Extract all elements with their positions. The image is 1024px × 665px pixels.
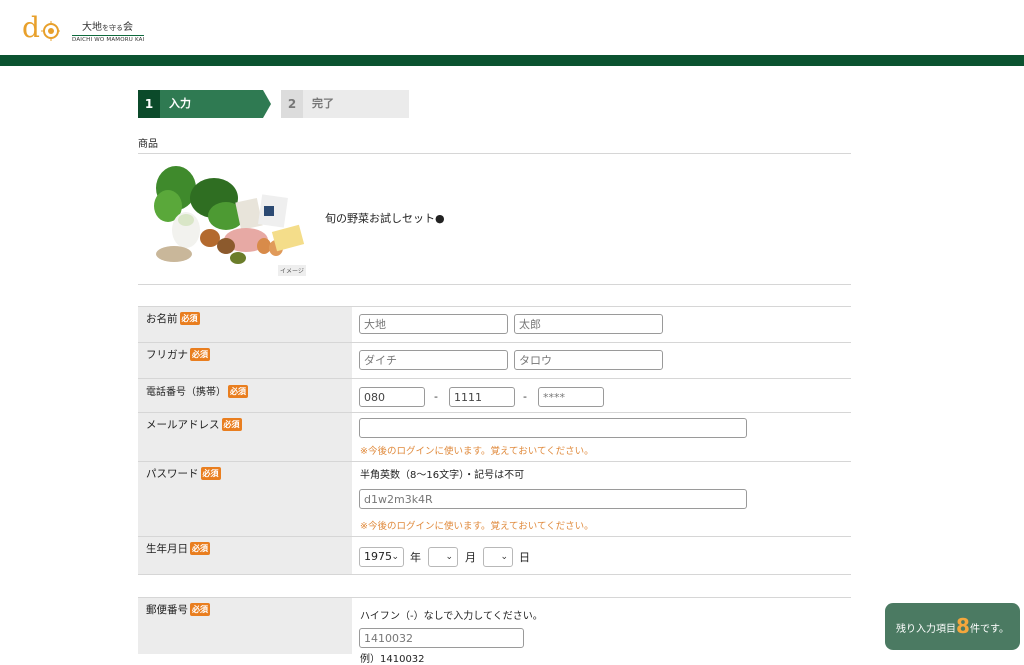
step-input-active: 1 入力 <box>138 90 271 118</box>
divider <box>138 153 851 154</box>
vegetable-set-image <box>154 166 305 264</box>
day-unit: 日 <box>519 551 530 564</box>
header-accent-bar <box>0 55 1024 66</box>
first-name-kana-input[interactable] <box>514 350 663 370</box>
required-badge: 必須 <box>200 467 221 480</box>
chevron-down-icon: ⌄ <box>500 552 508 562</box>
step-label: 入力 <box>169 97 191 110</box>
postal-label-cell: 郵便番号 必須 <box>138 598 352 654</box>
postal-example: 例）1410032 <box>360 654 425 665</box>
first-name-input[interactable] <box>514 314 663 334</box>
password-note: ※今後のログインに使います。覚えておいてください。 <box>360 521 594 532</box>
birthday-label-cell: 生年月日 必須 <box>138 537 352 574</box>
step-number: 1 <box>138 90 160 118</box>
step-number: 2 <box>281 90 303 118</box>
phone-part3-input[interactable] <box>538 387 604 407</box>
logo-subtitle: DAICHI WO MAMORU KAI <box>72 37 145 43</box>
chevron-down-icon: ⌄ <box>391 552 399 562</box>
email-note: ※今後のログインに使います。覚えておいてください。 <box>360 446 594 457</box>
phone-separator: - <box>434 390 438 403</box>
product-section-title: 商品 <box>138 139 158 150</box>
step-complete: 2 完了 <box>281 90 409 118</box>
birth-month-select[interactable]: ⌄ <box>428 547 458 567</box>
kana-label: フリガナ <box>146 349 188 361</box>
required-badge: 必須 <box>228 385 248 398</box>
required-badge: 必須 <box>221 418 242 431</box>
remaining-fields-badge[interactable]: 残り入力項目8件です。 <box>885 603 1020 650</box>
postal-hint: ハイフン（-）なしで入力してください。 <box>360 611 543 622</box>
name-label-cell: お名前 必須 <box>138 307 352 342</box>
required-badge: 必須 <box>179 312 200 325</box>
email-input[interactable] <box>359 418 747 438</box>
password-label-cell: パスワード 必須 <box>138 462 352 536</box>
step-label: 完了 <box>312 97 334 110</box>
divider <box>138 284 851 285</box>
chevron-down-icon: ⌄ <box>445 552 453 562</box>
last-name-input[interactable] <box>359 314 508 334</box>
phone-part2-input[interactable] <box>449 387 515 407</box>
kana-label-cell: フリガナ 必須 <box>138 343 352 378</box>
svg-text:d: d <box>22 11 40 43</box>
site-header: d 大地を守る会 DAICHI WO MAMORU KAI <box>0 0 1024 55</box>
birth-day-select[interactable]: ⌄ <box>483 547 513 567</box>
password-hint: 半角英数（8〜16文字）・記号は不可 <box>360 470 525 481</box>
password-input[interactable] <box>359 489 747 509</box>
email-label: メールアドレス <box>146 419 220 431</box>
phone-label: 電話番号（携帯） <box>146 387 226 398</box>
phone-part1-input[interactable] <box>359 387 425 407</box>
phone-label-cell: 電話番号（携帯） 必須 <box>138 379 352 412</box>
birth-year-select[interactable]: 1975 ⌄ <box>359 547 404 567</box>
divider <box>138 574 851 575</box>
postal-label: 郵便番号 <box>146 604 188 616</box>
required-badge: 必須 <box>190 542 210 555</box>
required-badge: 必須 <box>190 603 210 616</box>
daichi-logo-icon[interactable]: d <box>22 9 60 43</box>
password-label: パスワード <box>146 468 199 480</box>
product-name: 旬の野菜お試しセット● <box>325 212 445 225</box>
email-label-cell: メールアドレス 必須 <box>138 413 352 461</box>
postal-code-input[interactable] <box>359 628 524 648</box>
phone-separator: - <box>523 390 527 403</box>
birthday-label: 生年月日 <box>146 543 188 555</box>
year-unit: 年 <box>410 551 421 564</box>
month-unit: 月 <box>465 551 476 564</box>
name-label: お名前 <box>146 313 178 325</box>
remaining-count: 8 <box>956 614 970 638</box>
required-badge: 必須 <box>190 348 210 361</box>
image-note: イメージ <box>278 265 306 276</box>
last-name-kana-input[interactable] <box>359 350 508 370</box>
logo-wordmark[interactable]: 大地を守る会 DAICHI WO MAMORU KAI <box>72 18 144 43</box>
